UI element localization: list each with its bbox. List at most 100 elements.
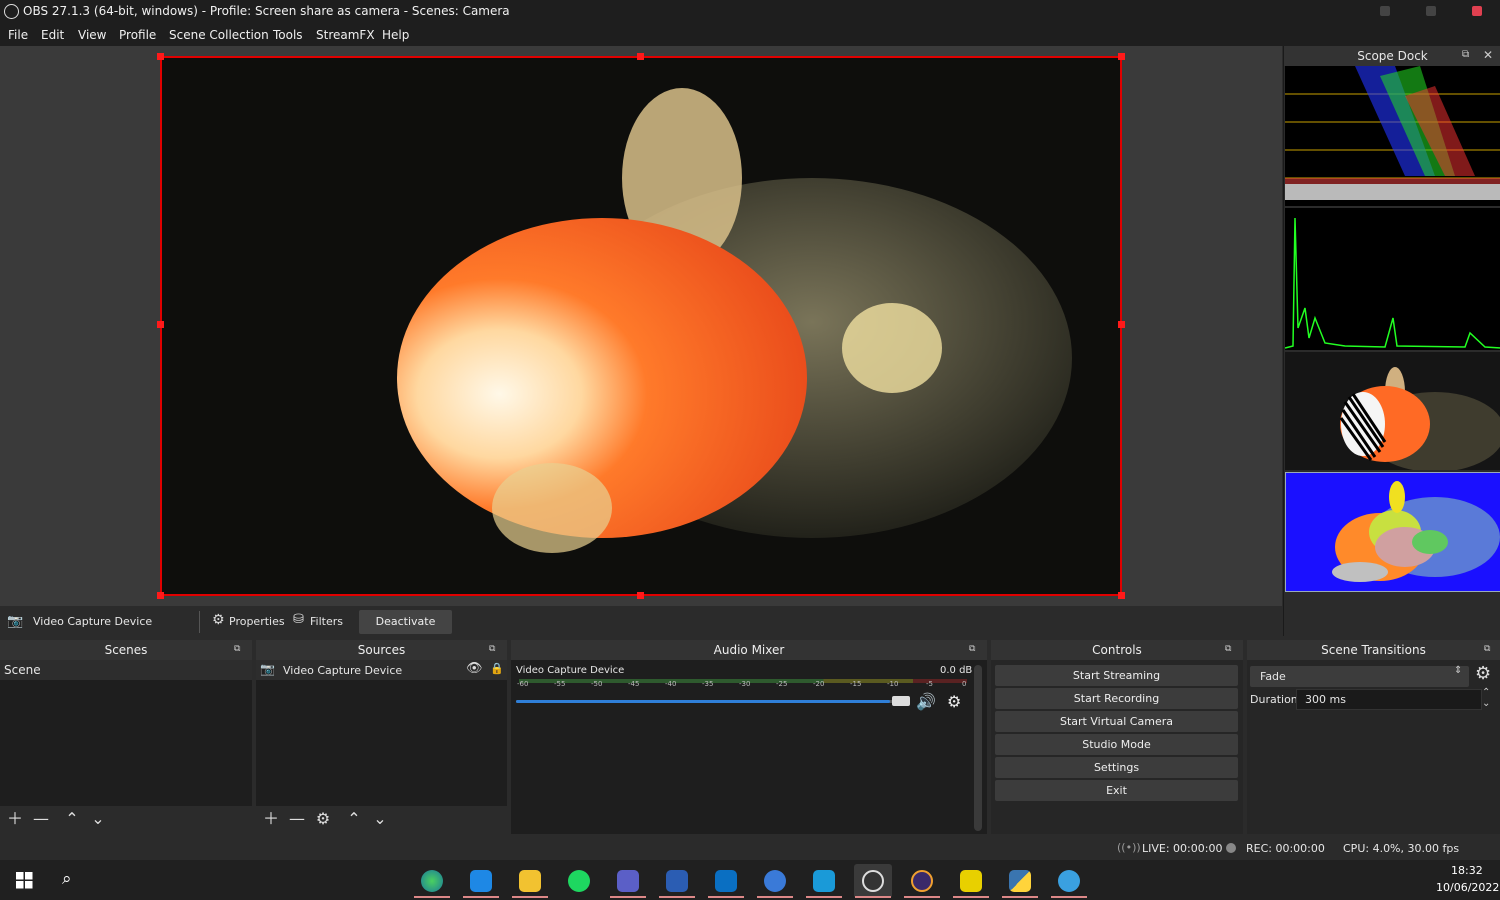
network-app-icon[interactable] bbox=[805, 864, 843, 898]
duration-input[interactable]: 300 ms bbox=[1296, 689, 1482, 710]
transitions-body: Fade ⇕ ⚙ Duration 300 ms ⌃ ⌄ bbox=[1247, 660, 1500, 834]
menu-edit[interactable]: Edit bbox=[41, 28, 64, 42]
fdm-icon[interactable] bbox=[952, 864, 990, 898]
resize-handle[interactable] bbox=[1118, 592, 1125, 599]
list-item[interactable]: Scene bbox=[0, 660, 252, 680]
edge-dev-icon[interactable] bbox=[413, 864, 451, 898]
filters-button[interactable]: Filters bbox=[310, 615, 343, 628]
filter-icon[interactable]: ⛁ bbox=[293, 612, 304, 627]
float-icon[interactable]: ⧉ bbox=[1484, 644, 1490, 654]
eye-icon[interactable]: 👁 bbox=[466, 661, 483, 676]
window-title: OBS 27.1.3 (64-bit, windows) - Profile: … bbox=[23, 4, 510, 18]
windows-start-icon[interactable] bbox=[16, 872, 33, 889]
volume-slider-track[interactable] bbox=[516, 700, 910, 703]
scenes-list[interactable]: Scene bbox=[0, 660, 252, 806]
move-up-icon[interactable]: ⌃ bbox=[63, 810, 81, 828]
float-icon[interactable]: ⧉ bbox=[234, 644, 240, 654]
transition-select[interactable]: Fade bbox=[1250, 666, 1469, 687]
menu-tools[interactable]: Tools bbox=[273, 28, 303, 42]
gear-icon[interactable]: ⚙ bbox=[1475, 663, 1491, 684]
tick-label: -35 bbox=[702, 680, 714, 688]
menu-profile[interactable]: Profile bbox=[119, 28, 156, 42]
lock-icon[interactable]: 🔒 bbox=[490, 662, 504, 675]
scrollbar[interactable] bbox=[974, 665, 982, 831]
eclipse-icon[interactable] bbox=[903, 864, 941, 898]
app-blue-icon[interactable] bbox=[756, 864, 794, 898]
add-icon[interactable]: ＋ bbox=[6, 810, 24, 828]
sources-dock: Sources ⧉ 📷 Video Capture Device 👁 🔒 ＋ —… bbox=[256, 640, 507, 834]
close-icon[interactable]: ✕ bbox=[1483, 48, 1493, 62]
spinner-down-icon[interactable]: ⌄ bbox=[1482, 698, 1490, 709]
divider bbox=[199, 611, 200, 633]
menu-file[interactable]: File bbox=[8, 28, 28, 42]
waveform-scope bbox=[1285, 66, 1500, 206]
channel-name: Video Capture Device bbox=[516, 665, 625, 676]
clock-date[interactable]: 10/06/2022 bbox=[1436, 881, 1499, 894]
resize-handle[interactable] bbox=[157, 592, 164, 599]
maximize-button[interactable] bbox=[1426, 6, 1436, 16]
globe-app-icon[interactable] bbox=[1050, 864, 1088, 898]
title-bar: OBS 27.1.3 (64-bit, windows) - Profile: … bbox=[0, 0, 1500, 24]
preview-video[interactable] bbox=[160, 56, 1122, 596]
outlook-icon[interactable] bbox=[707, 864, 745, 898]
studio-mode-button[interactable]: Studio Mode bbox=[995, 734, 1238, 755]
live-timer: LIVE: 00:00:00 bbox=[1142, 842, 1223, 855]
file-explorer-icon[interactable] bbox=[511, 864, 549, 898]
scene-transitions-title: Scene Transitions bbox=[1247, 640, 1500, 660]
vscode-icon[interactable] bbox=[462, 864, 500, 898]
move-up-icon[interactable]: ⌃ bbox=[345, 810, 363, 828]
python-icon[interactable] bbox=[1001, 864, 1039, 898]
float-icon[interactable]: ⧉ bbox=[1225, 644, 1231, 654]
move-down-icon[interactable]: ⌄ bbox=[89, 810, 107, 828]
volume-slider-handle[interactable] bbox=[892, 696, 910, 706]
float-icon[interactable]: ⧉ bbox=[1462, 49, 1469, 60]
add-icon[interactable]: ＋ bbox=[262, 810, 280, 828]
search-icon[interactable]: ⌕ bbox=[62, 869, 72, 889]
clock-time[interactable]: 18:32 bbox=[1451, 864, 1483, 877]
speaker-icon[interactable]: 🔊 bbox=[916, 692, 936, 711]
float-icon[interactable]: ⧉ bbox=[969, 644, 975, 654]
resize-handle[interactable] bbox=[637, 53, 644, 60]
resize-handle[interactable] bbox=[157, 53, 164, 60]
settings-button[interactable]: Settings bbox=[995, 757, 1238, 778]
source-name: Video Capture Device bbox=[283, 664, 403, 677]
start-streaming-button[interactable]: Start Streaming bbox=[995, 665, 1238, 686]
word-icon[interactable] bbox=[658, 864, 696, 898]
list-item[interactable]: 📷 Video Capture Device 👁 🔒 bbox=[256, 660, 507, 680]
audio-mixer-dock: Audio Mixer ⧉ Video Capture Device 0.0 d… bbox=[511, 640, 987, 834]
minimize-button[interactable] bbox=[1380, 6, 1390, 16]
resize-handle[interactable] bbox=[1118, 321, 1125, 328]
scenes-toolbar: ＋ — ⌃ ⌄ bbox=[0, 806, 252, 834]
properties-button[interactable]: Properties bbox=[229, 615, 285, 628]
selected-source-name: Video Capture Device bbox=[33, 615, 153, 628]
menu-streamfx[interactable]: StreamFX bbox=[316, 28, 375, 42]
resize-handle[interactable] bbox=[637, 592, 644, 599]
tick-label: -40 bbox=[665, 680, 677, 688]
gear-icon[interactable]: ⚙ bbox=[947, 692, 961, 711]
resize-handle[interactable] bbox=[1118, 53, 1125, 60]
exit-button[interactable]: Exit bbox=[995, 780, 1238, 801]
menu-view[interactable]: View bbox=[78, 28, 106, 42]
gear-icon[interactable]: ⚙ bbox=[212, 612, 225, 628]
gear-icon[interactable]: ⚙ bbox=[314, 810, 332, 828]
remove-icon[interactable]: — bbox=[32, 810, 50, 828]
obs-app-icon[interactable] bbox=[854, 864, 892, 898]
float-icon[interactable]: ⧉ bbox=[489, 644, 495, 654]
start-virtual-camera-button[interactable]: Start Virtual Camera bbox=[995, 711, 1238, 732]
menu-help[interactable]: Help bbox=[382, 28, 409, 42]
menu-scene-collection[interactable]: Scene Collection bbox=[169, 28, 269, 42]
histogram-scope bbox=[1285, 208, 1500, 350]
scene-transitions-dock: Scene Transitions ⧉ Fade ⇕ ⚙ Duration 30… bbox=[1247, 640, 1500, 834]
spinner-up-icon[interactable]: ⌃ bbox=[1482, 687, 1490, 698]
resize-handle[interactable] bbox=[157, 321, 164, 328]
teams-icon[interactable] bbox=[609, 864, 647, 898]
remove-icon[interactable]: — bbox=[288, 810, 306, 828]
controls-title: Controls bbox=[991, 640, 1243, 660]
close-button[interactable] bbox=[1472, 6, 1482, 16]
deactivate-button[interactable]: Deactivate bbox=[359, 610, 452, 634]
move-down-icon[interactable]: ⌄ bbox=[371, 810, 389, 828]
spotify-icon[interactable] bbox=[560, 864, 598, 898]
start-recording-button[interactable]: Start Recording bbox=[995, 688, 1238, 709]
taskbar: ⌕ 18:32 10/06/2022 bbox=[0, 860, 1500, 900]
sources-list[interactable]: 📷 Video Capture Device 👁 🔒 bbox=[256, 660, 507, 806]
